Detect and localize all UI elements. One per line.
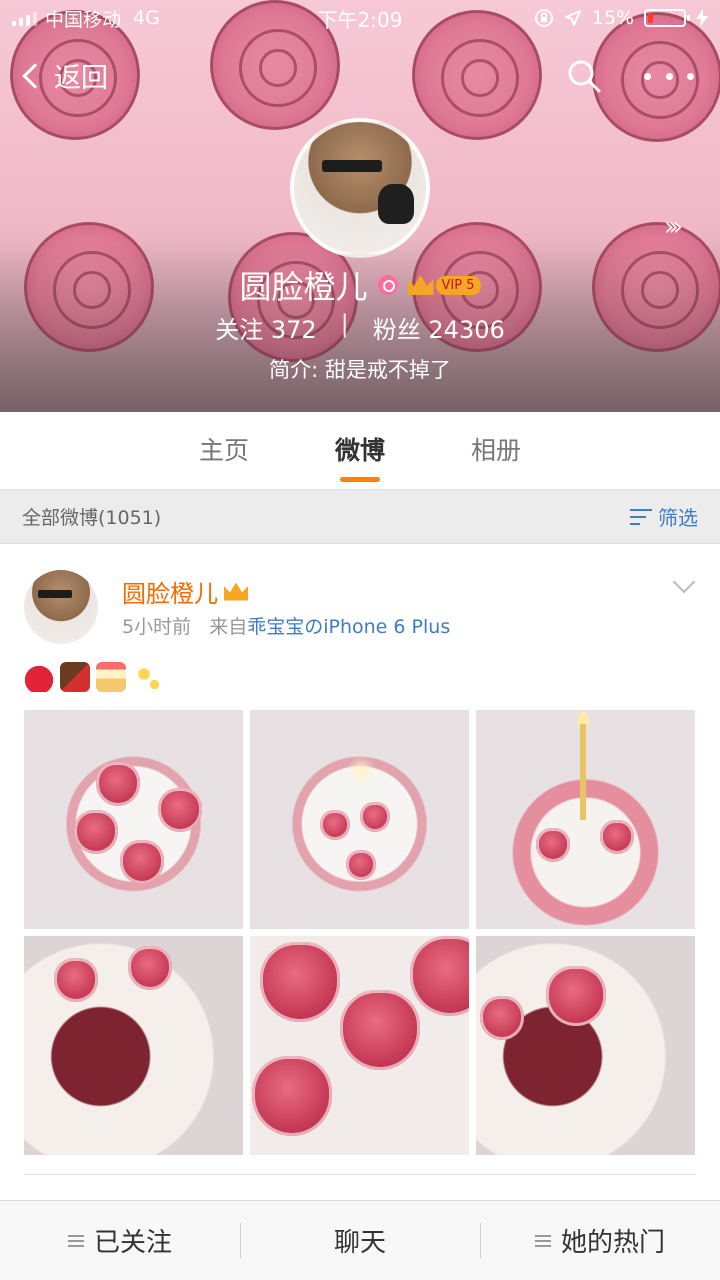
cake-icon	[96, 662, 126, 692]
search-icon[interactable]	[566, 58, 602, 94]
back-chevron-icon	[22, 62, 48, 89]
filter-bar: 全部微博(1051) 筛选	[0, 490, 720, 544]
female-gender-icon	[377, 275, 398, 295]
post-author-name: 圆脸橙儿	[122, 580, 218, 608]
post-photo[interactable]	[476, 936, 695, 1155]
location-icon	[564, 10, 581, 26]
vip-level: VIP 5	[435, 275, 481, 295]
vip-badge[interactable]: VIP 5	[407, 275, 481, 295]
back-button[interactable]: 返回	[18, 56, 108, 95]
menu-lines-icon	[67, 1234, 84, 1247]
post-photo[interactable]	[250, 936, 469, 1155]
post-meta: 5小时前 来自乖宝宝のiPhone 6 Plus	[122, 612, 450, 639]
rotation-lock-icon	[534, 9, 553, 27]
status-bar: 中国移动 4G 下午2:09 15%	[0, 0, 720, 36]
network-label: 4G	[133, 7, 160, 29]
cover-more-arrows-icon[interactable]: ›››	[664, 212, 683, 242]
profile-bio: 简介: 甜是戒不掉了	[269, 358, 451, 382]
profile-avatar[interactable]	[290, 118, 430, 258]
tab-weibo[interactable]: 微博	[329, 412, 391, 490]
following-status-label: 已关注	[93, 1228, 172, 1258]
menu-lines-icon	[534, 1234, 551, 1247]
post-time: 5小时前	[122, 616, 192, 638]
chat-button[interactable]: 聊天	[240, 1201, 480, 1280]
filter-icon	[630, 508, 652, 526]
filter-label: 筛选	[658, 506, 698, 530]
post-photo[interactable]	[476, 710, 695, 929]
following-stat[interactable]: 关注 372	[215, 310, 316, 345]
followers-stat[interactable]: 粉丝 24306	[373, 310, 505, 345]
crown-icon	[407, 275, 434, 295]
tab-album[interactable]: 相册	[465, 412, 527, 490]
following-label: 关注	[215, 316, 264, 344]
back-label: 返回	[54, 63, 108, 94]
following-status-button[interactable]: 已关注	[0, 1201, 240, 1280]
weibo-count: 全部微博(1051)	[22, 507, 162, 529]
battery-icon	[644, 9, 690, 27]
post-menu-chevron-icon[interactable]	[672, 570, 696, 594]
her-hot-button[interactable]: 她的热门	[480, 1201, 720, 1280]
post-author[interactable]: 圆脸橙儿	[122, 574, 248, 609]
charging-icon	[696, 9, 708, 27]
profile-action-bar: 已关注 聊天 她的热门	[0, 1200, 720, 1280]
strawberry-icon	[24, 662, 54, 692]
stats-separator: |	[340, 310, 349, 338]
post-content	[24, 662, 162, 692]
battery-percent: 15%	[591, 7, 634, 29]
post-source-prefix: 来自	[209, 616, 248, 638]
profile-name: 圆脸橙儿	[239, 268, 368, 306]
profile-header: 中国移动 4G 下午2:09 15% 返回 ››› 圆脸橙儿 VIP 5 关注 …	[0, 0, 720, 412]
post-photo[interactable]	[250, 710, 469, 929]
chocolate-icon	[60, 662, 90, 692]
post-source[interactable]: 乖宝宝のiPhone 6 Plus	[247, 616, 450, 638]
weibo-post: 圆脸橙儿 5小时前 来自乖宝宝のiPhone 6 Plus	[0, 544, 720, 1200]
post-photo[interactable]	[24, 936, 243, 1155]
her-hot-label: 她的热门	[560, 1228, 665, 1258]
filter-button[interactable]: 筛选	[630, 502, 698, 531]
post-photo[interactable]	[24, 710, 243, 929]
carrier-label: 中国移动	[45, 8, 122, 31]
crown-icon	[224, 582, 248, 601]
status-time: 下午2:09	[317, 7, 403, 32]
post-author-avatar[interactable]	[24, 570, 98, 644]
sparkles-icon	[132, 662, 162, 692]
followers-count: 24306	[428, 316, 505, 344]
following-count: 372	[270, 316, 317, 344]
post-photo-grid	[24, 710, 696, 1155]
profile-name-row: 圆脸橙儿 VIP 5	[0, 262, 720, 308]
tab-home[interactable]: 主页	[193, 412, 255, 490]
chat-label: 聊天	[333, 1228, 386, 1258]
signal-icon	[12, 10, 37, 26]
followers-label: 粉丝	[372, 316, 421, 344]
more-options-icon[interactable]	[644, 58, 694, 94]
profile-tabs: 主页 微博 相册	[0, 412, 720, 490]
profile-stats: 关注 372 | 粉丝 24306	[0, 310, 720, 345]
